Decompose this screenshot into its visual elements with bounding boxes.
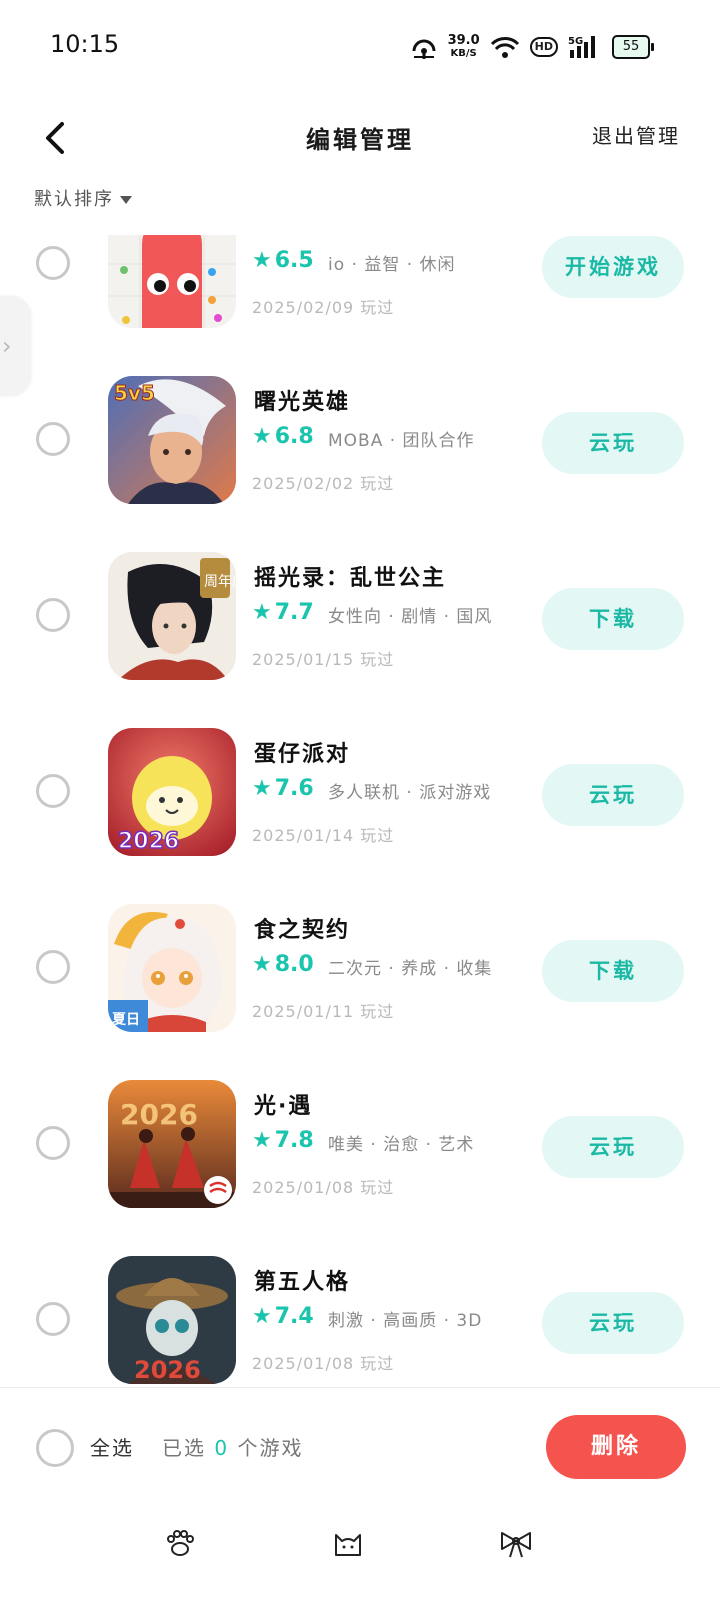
select-checkbox[interactable] xyxy=(36,246,70,280)
star-icon: ★ xyxy=(252,248,272,273)
played-date: 2025/01/11 玩过 xyxy=(252,1002,395,1021)
game-list[interactable]: ★ 6.5 io · 益智 · 休闲 2025/02/09 玩过 开始游戏 5v5 xyxy=(0,235,720,1387)
star-icon: ★ xyxy=(252,1128,272,1153)
side-drawer-handle[interactable]: › xyxy=(0,296,30,396)
status-bar: 10:15 39.0 KB/S HD 5G 55 xyxy=(0,0,720,96)
game-name: 曙光英雄 xyxy=(254,390,351,415)
game-row[interactable]: 夏日 食之契约 ★ 8.0 二次元 · 养成 · 收集 2025/01/11 玩过… xyxy=(0,882,720,1058)
ancient-hero-icon: 周年庆 xyxy=(108,552,236,680)
played-date: 2025/01/14 玩过 xyxy=(252,826,395,845)
svg-text:5v5: 5v5 xyxy=(114,381,155,405)
game-rating: ★ 8.0 xyxy=(252,952,314,977)
game-rating: ★ 6.5 xyxy=(252,248,314,273)
exit-manage-button[interactable]: 退出管理 xyxy=(592,120,680,149)
wifi-icon xyxy=(490,37,519,58)
select-checkbox[interactable] xyxy=(36,598,70,632)
star-icon: ★ xyxy=(252,952,272,977)
svg-text:5G: 5G xyxy=(568,36,583,47)
cloud-play-button[interactable]: 云玩 xyxy=(542,764,684,826)
star-icon: ★ xyxy=(252,1304,272,1329)
svg-text:2026: 2026 xyxy=(120,1098,198,1131)
game-rating: ★ 6.8 xyxy=(252,424,314,449)
identity-doll-icon: 2026 xyxy=(108,1256,236,1384)
star-icon: ★ xyxy=(252,424,272,449)
game-name: 蛋仔派对 xyxy=(254,742,351,767)
game-tags: 多人联机 · 派对游戏 xyxy=(328,783,492,803)
game-row[interactable]: 周年庆 摇光录：乱世公主 ★7.7 女性向 · 剧情 · 国风 2025/01/… xyxy=(0,530,720,706)
sort-dropdown[interactable]: 默认排序 xyxy=(34,185,132,211)
game-tags: 刺激 · 高画质 · 3D xyxy=(328,1311,483,1331)
sort-label: 默认排序 xyxy=(34,189,114,210)
game-tags: 女性向 · 剧情 · 国风 xyxy=(328,607,493,627)
played-date: 2025/02/02 玩过 xyxy=(252,474,395,493)
sky-children-icon: 2026 xyxy=(108,1080,236,1208)
svg-text:周年庆: 周年庆 xyxy=(204,574,236,590)
svg-text:夏日: 夏日 xyxy=(112,1011,140,1028)
caret-down-icon xyxy=(120,196,132,204)
game-tags: io · 益智 · 休闲 xyxy=(328,255,456,275)
game-name: 第五人格 xyxy=(254,1270,351,1295)
select-checkbox[interactable] xyxy=(36,774,70,808)
eggy-icon: 2026 xyxy=(108,728,236,856)
battery-icon: 55 xyxy=(612,35,654,59)
download-button[interactable]: 下载 xyxy=(542,940,684,1002)
anime-girl-icon: 夏日 xyxy=(108,904,236,1032)
cloud-play-button[interactable]: 云玩 xyxy=(542,412,684,474)
game-name: 光·遇 xyxy=(254,1094,313,1119)
game-name: 摇光录：乱世公主 xyxy=(254,566,447,591)
svg-text:2026: 2026 xyxy=(134,1356,201,1384)
played-date: 2025/02/09 玩过 xyxy=(252,298,395,317)
net-speed: 39.0 KB/S xyxy=(447,33,480,59)
select-checkbox[interactable] xyxy=(36,950,70,984)
game-tags: MOBA · 团队合作 xyxy=(328,431,475,451)
cat-icon[interactable] xyxy=(330,1525,366,1561)
select-all-label[interactable]: 全选 xyxy=(90,1432,134,1461)
game-rating: ★ 7.4 xyxy=(252,1304,314,1329)
game-name: 食之契约 xyxy=(254,918,351,943)
game-tags: 唯美 · 治愈 · 艺术 xyxy=(328,1135,475,1155)
select-checkbox[interactable] xyxy=(36,1302,70,1336)
hotspot-icon xyxy=(412,39,436,59)
game-tags: 二次元 · 养成 · 收集 xyxy=(328,959,493,979)
delete-button[interactable]: 删除 xyxy=(546,1415,686,1479)
game-row[interactable]: 5v5 曙光英雄 ★ 6.8 MOBA · 团队合作 2025/02/02 玩过 … xyxy=(0,354,720,530)
cloud-play-button[interactable]: 云玩 xyxy=(542,1292,684,1354)
selected-count: 0 xyxy=(214,1436,230,1460)
game-row[interactable]: 2026 光·遇 ★ 7.8 唯美 · 治愈 · 艺术 2025/01/08 玩过… xyxy=(0,1058,720,1234)
played-date: 2025/01/15 玩过 xyxy=(252,650,395,669)
game-rating: ★ 7.8 xyxy=(252,1128,314,1153)
paw-icon[interactable] xyxy=(162,1525,198,1561)
select-all-checkbox[interactable] xyxy=(36,1429,74,1467)
game-rating: ★ 7.7 xyxy=(252,600,314,625)
star-icon: ★ xyxy=(252,600,272,625)
signal-icon: 5G xyxy=(568,36,595,58)
select-checkbox[interactable] xyxy=(36,1126,70,1160)
header: 编辑管理 退出管理 xyxy=(0,96,720,176)
status-icons: 39.0 KB/S HD 5G 55 xyxy=(410,30,654,64)
played-date: 2025/01/08 玩过 xyxy=(252,1354,395,1373)
cloud-play-button[interactable]: 云玩 xyxy=(542,1116,684,1178)
star-icon: ★ xyxy=(252,776,272,801)
system-nav-bar xyxy=(0,1507,720,1600)
selected-count-text: 已选 0 个游戏 xyxy=(162,1436,304,1460)
chevron-right-icon: › xyxy=(2,332,12,360)
hero-icon: 5v5 xyxy=(108,376,236,504)
clock: 10:15 xyxy=(50,30,120,58)
played-date: 2025/01/08 玩过 xyxy=(252,1178,395,1197)
start-game-button[interactable]: 开始游戏 xyxy=(542,236,684,298)
game-rating: ★ 7.6 xyxy=(252,776,314,801)
game-row[interactable]: 2026 第五人格 ★ 7.4 刺激 · 高画质 · 3D 2025/01/08 … xyxy=(0,1234,720,1387)
bow-icon[interactable] xyxy=(498,1525,534,1561)
hd-icon: HD xyxy=(529,37,558,57)
game-row[interactable]: 2026 蛋仔派对 ★ 7.6 多人联机 · 派对游戏 2025/01/14 玩过… xyxy=(0,706,720,882)
download-button[interactable]: 下载 xyxy=(542,588,684,650)
game-row[interactable]: ★ 6.5 io · 益智 · 休闲 2025/02/09 玩过 开始游戏 xyxy=(0,235,720,354)
select-checkbox[interactable] xyxy=(36,422,70,456)
red-blob-icon xyxy=(108,235,236,328)
bottom-action-bar: 全选 已选 0 个游戏 删除 xyxy=(0,1387,720,1508)
svg-text:2026: 2026 xyxy=(118,829,179,854)
